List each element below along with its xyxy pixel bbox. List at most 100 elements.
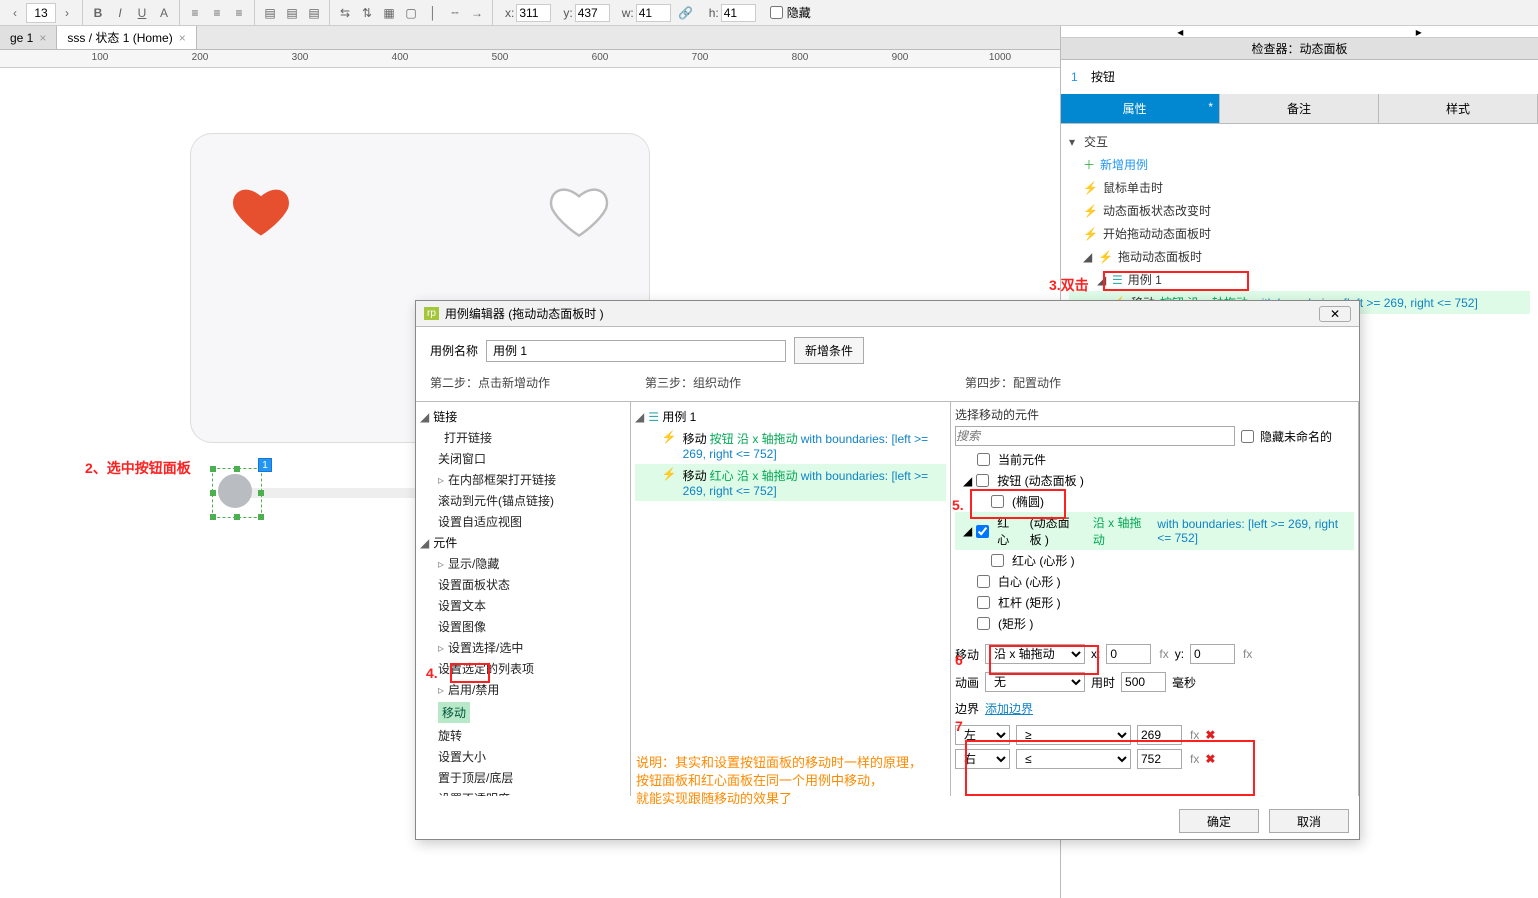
- underline-icon[interactable]: U: [131, 2, 153, 24]
- italic-icon[interactable]: I: [109, 2, 131, 24]
- border-color-icon[interactable]: ▢: [400, 2, 422, 24]
- move-x-input[interactable]: [1106, 644, 1151, 664]
- tab-sss-home[interactable]: sss / 状态 1 (Home) ×: [57, 26, 196, 49]
- event-drag-start[interactable]: 开始拖动动态面板时: [1103, 225, 1211, 242]
- font-color-icon[interactable]: A: [153, 2, 175, 24]
- action-set-image[interactable]: 设置图像: [420, 616, 626, 637]
- step3-action-2-selected[interactable]: ⚡ 移动 红心 沿 x 轴拖动 with boundaries: [left >…: [635, 464, 946, 501]
- case-name-input[interactable]: [486, 340, 786, 362]
- tab-style[interactable]: 样式: [1379, 94, 1538, 123]
- action-adaptive-view[interactable]: 设置自适应视图: [420, 511, 626, 532]
- action-set-text[interactable]: 设置文本: [420, 595, 626, 616]
- add-boundary-link[interactable]: 添加边界: [985, 700, 1033, 717]
- x-input[interactable]: [516, 4, 551, 22]
- fx-x[interactable]: fx: [1159, 647, 1168, 661]
- sash-left-icon[interactable]: ◂: [1177, 25, 1183, 39]
- cancel-button[interactable]: 取消: [1269, 809, 1349, 833]
- event-dragging[interactable]: 拖动动态面板时: [1118, 248, 1202, 265]
- action-bring-front-back[interactable]: 置于顶层/底层: [420, 767, 626, 788]
- cb-button-panel[interactable]: [976, 474, 989, 487]
- node-widgets[interactable]: 元件: [433, 536, 457, 550]
- line-style-icon[interactable]: ╌: [444, 2, 466, 24]
- chevron-left-icon[interactable]: ‹: [4, 2, 26, 24]
- fill-color-icon[interactable]: ▦: [378, 2, 400, 24]
- event-click[interactable]: 鼠标单击时: [1103, 179, 1163, 196]
- align-left-icon[interactable]: ≡: [184, 2, 206, 24]
- fx-y[interactable]: fx: [1243, 647, 1252, 661]
- cb-rect[interactable]: [977, 617, 990, 630]
- close-icon[interactable]: ×: [39, 31, 46, 45]
- cb-lever[interactable]: [977, 596, 990, 609]
- action-set-state[interactable]: 设置面板状态: [420, 574, 626, 595]
- align-center-icon[interactable]: ≡: [206, 2, 228, 24]
- cb-heart-panel[interactable]: [976, 525, 989, 538]
- actions-tree[interactable]: ◢链接 打开链接 关闭窗口 ▹在内部框架打开链接 滚动到元件(锚点链接) 设置自…: [416, 402, 631, 796]
- valign-bottom-icon[interactable]: ▤: [303, 2, 325, 24]
- hide-checkbox[interactable]: [770, 6, 783, 19]
- tree-lever[interactable]: 杠杆 (矩形 ): [998, 594, 1061, 611]
- dialog-close-button[interactable]: ✕: [1319, 306, 1351, 322]
- cb-heart-shape[interactable]: [991, 554, 1004, 567]
- anim-select[interactable]: 无: [985, 672, 1085, 692]
- case-node[interactable]: 用例 1: [662, 410, 696, 424]
- explanation-line-3: 就能实现跟随移动的效果了: [636, 788, 792, 807]
- add-case-button[interactable]: 新增用例: [1100, 156, 1148, 173]
- action-scroll-to[interactable]: 滚动到元件(锚点链接): [420, 490, 626, 511]
- event-state-change[interactable]: 动态面板状态改变时: [1103, 202, 1211, 219]
- action-close-window[interactable]: 关闭窗口: [420, 448, 626, 469]
- widget-search-input[interactable]: [955, 426, 1235, 446]
- font-size-input[interactable]: [26, 3, 56, 23]
- dist-v-icon[interactable]: ⇅: [356, 2, 378, 24]
- add-condition-button[interactable]: 新增条件: [794, 337, 864, 364]
- actions-organized[interactable]: ◢☰ 用例 1 ⚡ 移动 按钮 沿 x 轴拖动 with boundaries:…: [631, 402, 951, 796]
- h-input[interactable]: [721, 4, 756, 22]
- step3-action-1[interactable]: ⚡ 移动 按钮 沿 x 轴拖动 with boundaries: [left >…: [635, 427, 946, 464]
- action-open-in-frame[interactable]: ▹在内部框架打开链接: [420, 469, 626, 490]
- widget-name-field[interactable]: 1 按钮: [1061, 60, 1538, 94]
- widget-name: 按钮: [1091, 70, 1115, 84]
- w-input[interactable]: [636, 4, 671, 22]
- valign-top-icon[interactable]: ▤: [259, 2, 281, 24]
- app-icon: rp: [424, 307, 439, 320]
- tree-heart-shape[interactable]: 红心 (心形 ): [1012, 552, 1075, 569]
- action-set-size[interactable]: 设置大小: [420, 746, 626, 767]
- y-input[interactable]: [575, 4, 610, 22]
- valign-middle-icon[interactable]: ▤: [281, 2, 303, 24]
- action-set-opacity[interactable]: 设置不透明度: [420, 788, 626, 796]
- move-y-input[interactable]: [1190, 644, 1235, 664]
- widget-tree[interactable]: 当前元件 ◢按钮 (动态面板 ) (椭圆) ◢ 红心 (动态面板 ) 沿 x 轴…: [955, 449, 1354, 634]
- close-icon[interactable]: ×: [179, 31, 186, 45]
- node-links[interactable]: 链接: [433, 410, 457, 424]
- interaction-section[interactable]: 交互: [1084, 133, 1108, 150]
- ok-button[interactable]: 确定: [1179, 809, 1259, 833]
- tree-current-widget[interactable]: 当前元件: [998, 451, 1046, 468]
- bold-icon[interactable]: B: [87, 2, 109, 24]
- arrow-icon[interactable]: →: [466, 2, 488, 24]
- tab-properties[interactable]: 属性*: [1061, 94, 1220, 123]
- tree-rect[interactable]: (矩形 ): [998, 615, 1033, 632]
- action-rotate[interactable]: 旋转: [420, 725, 626, 746]
- horizontal-ruler: 100 200 300 400 500 600 700 800 900 1000: [0, 50, 1060, 68]
- lock-aspect-icon[interactable]: 🔗: [675, 2, 697, 24]
- x-label: x:: [505, 6, 514, 20]
- inspector-title: 检查器：动态面板: [1061, 38, 1538, 60]
- action-open-link[interactable]: 打开链接: [420, 427, 626, 448]
- duration-input[interactable]: [1121, 672, 1166, 692]
- tree-white-heart[interactable]: 白心 (心形 ): [998, 573, 1061, 590]
- dist-h-icon[interactable]: ⇆: [334, 2, 356, 24]
- sash-right-icon[interactable]: ▸: [1416, 25, 1422, 39]
- align-right-icon[interactable]: ≡: [228, 2, 250, 24]
- cb-current[interactable]: [977, 453, 990, 466]
- tab-notes[interactable]: 备注: [1220, 94, 1379, 123]
- tab-page-1[interactable]: ge 1 ×: [0, 26, 57, 49]
- action-set-selected[interactable]: ▹设置选择/选中: [420, 637, 626, 658]
- chevron-right-icon[interactable]: ›: [56, 2, 78, 24]
- tree-button-panel[interactable]: 按钮 (动态面板 ): [997, 472, 1084, 489]
- border-width-icon[interactable]: │: [422, 2, 444, 24]
- hide-unnamed-checkbox[interactable]: [1241, 430, 1254, 443]
- action-show-hide[interactable]: ▹显示/隐藏: [420, 553, 626, 574]
- ruler-tick: 800: [792, 52, 809, 63]
- action-move[interactable]: 移动: [420, 700, 626, 725]
- cb-white-heart[interactable]: [977, 575, 990, 588]
- slider-handle-selected[interactable]: 1: [218, 474, 256, 512]
